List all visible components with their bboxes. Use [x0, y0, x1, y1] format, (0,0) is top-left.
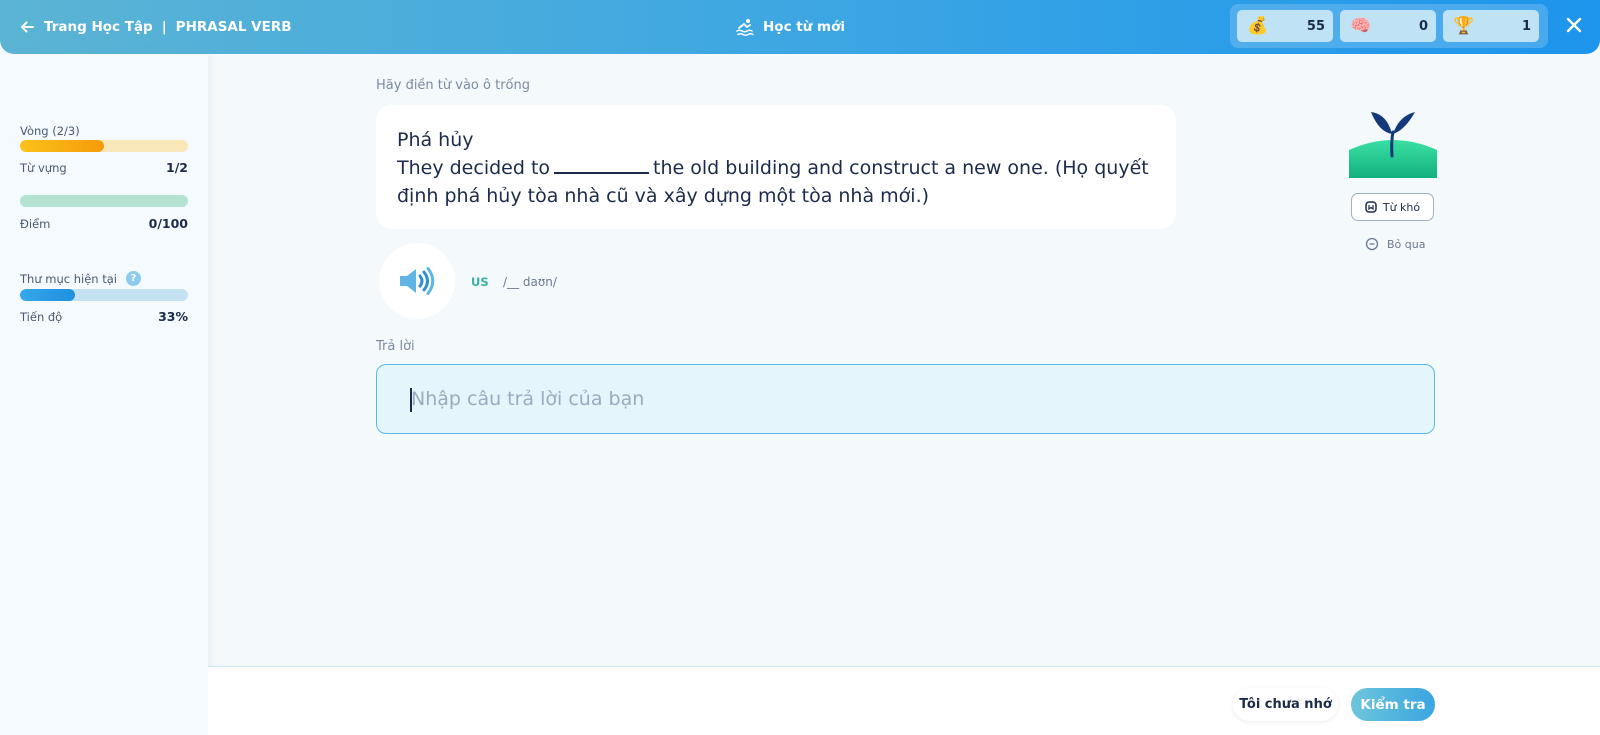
score-value: 0/100 — [148, 216, 188, 231]
trophy-value: 1 — [1521, 18, 1531, 34]
stat-brain: 🧠 0 — [1340, 10, 1436, 42]
text-caret — [410, 388, 412, 412]
sentence-before: They decided to — [397, 157, 551, 179]
answer-input[interactable] — [376, 364, 1435, 434]
help-icon[interactable]: ? — [126, 271, 142, 286]
arrow-left-icon — [21, 21, 34, 33]
bookmark-icon — [1365, 201, 1377, 213]
breadcrumb-home[interactable]: Trang Học Tập — [44, 19, 153, 35]
progress-sidebar: Vòng (2/3) Từ vựng 1/2 Điểm 0/100 Thư mụ… — [0, 54, 208, 735]
folder-label-row: Thư mục hiện tại ? — [20, 268, 142, 287]
instruction-text: Hãy điền từ vào ô trống — [376, 78, 530, 93]
question-card: Phá hủy They decided to the old building … — [376, 105, 1176, 229]
not-remember-button[interactable]: Tôi chưa nhớ — [1233, 688, 1338, 721]
play-audio-button[interactable] — [379, 243, 455, 319]
money-bag-icon: 💰 — [1247, 15, 1269, 36]
stats-panel: 💰 55 🧠 0 🏆 1 — [1230, 4, 1548, 48]
stat-coins: 💰 55 — [1237, 10, 1333, 42]
back-button[interactable]: Trang Học Tập | PHRASAL VERB — [18, 15, 292, 39]
hard-word-label: Từ khó — [1382, 200, 1421, 214]
brain-icon: 🧠 — [1350, 15, 1372, 36]
page-title: Học từ mới — [763, 19, 846, 35]
brain-value: 0 — [1418, 18, 1428, 34]
progress-label: Tiến độ — [20, 309, 63, 324]
skip-button[interactable]: Bỏ qua — [1365, 236, 1425, 252]
round-progress-bar — [20, 140, 188, 152]
check-button[interactable]: Kiểm tra — [1351, 688, 1435, 721]
breadcrumb-section: PHRASAL VERB — [175, 19, 292, 35]
folder-progress-fill — [20, 289, 76, 301]
folder-progress-bar — [20, 289, 188, 301]
round-label: Vòng (2/3) — [20, 124, 80, 138]
trophy-icon: 🏆 — [1453, 15, 1475, 36]
vocab-value: 1/2 — [166, 160, 188, 175]
score-label: Điểm — [20, 216, 51, 231]
phonetic-text: /__ daʊn/ — [503, 275, 557, 289]
sprout-icon — [1349, 112, 1437, 178]
vocab-label: Từ vựng — [20, 160, 67, 175]
swimmer-icon — [736, 19, 754, 37]
top-header: Trang Học Tập | PHRASAL VERB Học từ mới … — [0, 0, 1600, 54]
stat-trophy: 🏆 1 — [1443, 10, 1539, 42]
breadcrumb-separator: | — [161, 19, 167, 35]
example-sentence: They decided to the old building and cons… — [397, 154, 1155, 210]
answer-label: Trả lời — [376, 339, 415, 354]
progress-value: 33% — [158, 309, 188, 324]
sentence-blank — [554, 156, 650, 174]
score-row: Điểm 0/100 — [20, 216, 188, 231]
skip-label: Bỏ qua — [1387, 237, 1426, 251]
speaker-icon — [400, 267, 435, 295]
close-icon[interactable] — [1564, 15, 1584, 35]
progress-row: Tiến độ 33% — [20, 309, 188, 324]
round-progress-fill — [20, 140, 104, 152]
word-meaning: Phá hủy — [397, 129, 474, 151]
hard-word-button[interactable]: Từ khó — [1351, 193, 1434, 221]
vocab-row: Từ vựng 1/2 — [20, 160, 188, 175]
header-title-group: Học từ mới — [735, 14, 845, 40]
minus-circle-icon — [1365, 237, 1379, 251]
coins-value: 55 — [1306, 18, 1325, 34]
score-progress-bar — [20, 195, 188, 207]
folder-label: Thư mục hiện tại — [20, 272, 117, 286]
accent-label: US — [471, 275, 489, 289]
